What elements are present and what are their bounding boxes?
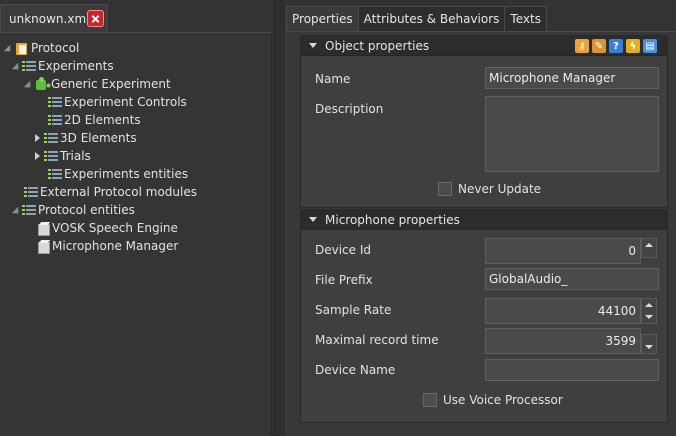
- checkbox-label: Never Update: [458, 182, 542, 196]
- description-field[interactable]: [485, 96, 659, 172]
- sample-rate-field[interactable]: 44100: [485, 298, 641, 324]
- collapsed-arrow-icon[interactable]: [32, 133, 42, 143]
- tree-item-label: External Protocol modules: [40, 185, 197, 199]
- microphone-properties-header[interactable]: Microphone properties: [301, 210, 667, 230]
- tree-item-label: Experiments: [38, 59, 114, 73]
- device-name-field[interactable]: [485, 359, 659, 381]
- sample-rate-stepper[interactable]: [641, 298, 657, 324]
- checkbox-box[interactable]: [438, 182, 452, 196]
- save-icon[interactable]: ▤: [643, 39, 657, 53]
- tab-attributes-behaviors[interactable]: Attributes & Behaviors: [357, 6, 506, 31]
- key-edit-icon[interactable]: ✎: [592, 39, 606, 53]
- help-icon[interactable]: ?: [609, 39, 623, 53]
- stepper-down-icon[interactable]: [645, 315, 653, 319]
- tab-texts[interactable]: Texts: [504, 6, 547, 31]
- never-update-checkbox[interactable]: Never Update: [438, 182, 541, 196]
- description-label: Description: [315, 102, 384, 116]
- name-field[interactable]: Microphone Manager: [485, 67, 659, 89]
- protocol-tree: Protocol Experiments Generic Experiment …: [0, 32, 272, 436]
- checkbox-box[interactable]: [423, 393, 437, 407]
- list-icon: [22, 59, 36, 73]
- inspector-tabs: Properties Attributes & Behaviors Texts: [286, 6, 547, 31]
- list-icon: [48, 113, 62, 127]
- name-label: Name: [315, 72, 351, 86]
- group-title: Object properties: [325, 38, 430, 53]
- tree-item-vosk-speech-engine[interactable]: VOSK Speech Engine: [24, 219, 178, 237]
- tree-item-trials[interactable]: Trials: [32, 147, 91, 165]
- object-properties-group: Object properties ⚷ ✎ ? ϟ ▤ Name Microph…: [300, 35, 668, 208]
- tree-item-label: 3D Elements: [60, 131, 137, 145]
- tree-item-label: Microphone Manager: [52, 239, 179, 253]
- object-properties-header[interactable]: Object properties ⚷ ✎ ? ϟ ▤: [301, 36, 667, 56]
- list-icon: [48, 95, 62, 109]
- clipboard-icon: [14, 41, 29, 56]
- expanded-arrow-icon[interactable]: [2, 43, 12, 53]
- expanded-arrow-icon[interactable]: [10, 61, 20, 71]
- file-tab[interactable]: unknown.xml: [0, 4, 108, 32]
- list-icon: [24, 185, 38, 199]
- pane-splitter[interactable]: [274, 0, 286, 436]
- collapse-arrow-icon[interactable]: [309, 217, 317, 222]
- tree-item-label: Experiments entities: [64, 167, 189, 181]
- cube-icon: [36, 221, 50, 236]
- file-tab-label: unknown.xml: [9, 12, 90, 26]
- list-icon: [22, 203, 36, 217]
- tree-item-experiments[interactable]: Experiments: [10, 57, 114, 75]
- max-record-time-label: Maximal record time: [315, 333, 439, 347]
- device-id-field[interactable]: 0: [485, 238, 641, 264]
- max-record-time-field[interactable]: 3599: [485, 328, 641, 354]
- puzzle-icon: [34, 76, 49, 92]
- expanded-arrow-icon[interactable]: [10, 205, 20, 215]
- tree-item-protocol-entities[interactable]: Protocol entities: [10, 201, 135, 219]
- tree-item-label: Protocol: [31, 41, 80, 55]
- list-icon: [44, 149, 58, 163]
- device-id-label: Device Id: [315, 243, 372, 257]
- tree-item-label: 2D Elements: [64, 113, 141, 127]
- device-name-label: Device Name: [315, 363, 396, 377]
- tree-item-experiments-entities[interactable]: Experiments entities: [36, 165, 188, 183]
- group-title: Microphone properties: [325, 212, 460, 227]
- list-icon: [44, 131, 58, 145]
- file-prefix-label: File Prefix: [315, 273, 373, 287]
- tree-item-external-protocol-modules[interactable]: External Protocol modules: [12, 183, 197, 201]
- device-id-stepper[interactable]: [641, 238, 657, 258]
- list-icon: [48, 167, 62, 181]
- tree-item-experiment-controls[interactable]: Experiment Controls: [36, 93, 187, 111]
- tab-properties[interactable]: Properties: [286, 6, 359, 31]
- tree-item-label: Experiment Controls: [64, 95, 187, 109]
- stepper-up-icon[interactable]: [645, 243, 653, 247]
- tree-item-label: Trials: [60, 149, 91, 163]
- object-toolbar: ⚷ ✎ ? ϟ ▤: [575, 39, 657, 53]
- tree-item-generic-experiment[interactable]: Generic Experiment: [22, 75, 171, 93]
- expanded-arrow-icon[interactable]: [22, 79, 32, 89]
- lightning-icon[interactable]: ϟ: [626, 39, 640, 53]
- sample-rate-label: Sample Rate: [315, 303, 392, 317]
- tree-item-microphone-manager[interactable]: Microphone Manager: [24, 237, 178, 255]
- collapse-arrow-icon[interactable]: [309, 43, 317, 48]
- properties-panel: Object properties ⚷ ✎ ? ϟ ▤ Name Microph…: [286, 31, 676, 436]
- close-file-icon[interactable]: [87, 10, 104, 27]
- tree-item-label: Generic Experiment: [51, 77, 171, 91]
- file-prefix-field[interactable]: GlobalAudio_: [485, 268, 659, 290]
- stepper-down-icon[interactable]: [645, 345, 653, 349]
- max-record-time-stepper[interactable]: [641, 334, 657, 354]
- key-icon[interactable]: ⚷: [575, 39, 589, 53]
- tree-item-3d-elements[interactable]: 3D Elements: [32, 129, 137, 147]
- stepper-up-icon[interactable]: [645, 303, 653, 307]
- microphone-properties-group: Microphone properties Device Id 0 File P…: [300, 209, 668, 423]
- collapsed-arrow-icon[interactable]: [32, 151, 42, 161]
- tree-item-label: Protocol entities: [38, 203, 135, 217]
- tree-item-2d-elements[interactable]: 2D Elements: [36, 111, 141, 129]
- tree-item-label: VOSK Speech Engine: [52, 221, 178, 235]
- tree-item-protocol[interactable]: Protocol: [2, 39, 79, 57]
- checkbox-label: Use Voice Processor: [443, 393, 563, 407]
- use-voice-processor-checkbox[interactable]: Use Voice Processor: [423, 393, 563, 407]
- cube-icon: [36, 239, 50, 254]
